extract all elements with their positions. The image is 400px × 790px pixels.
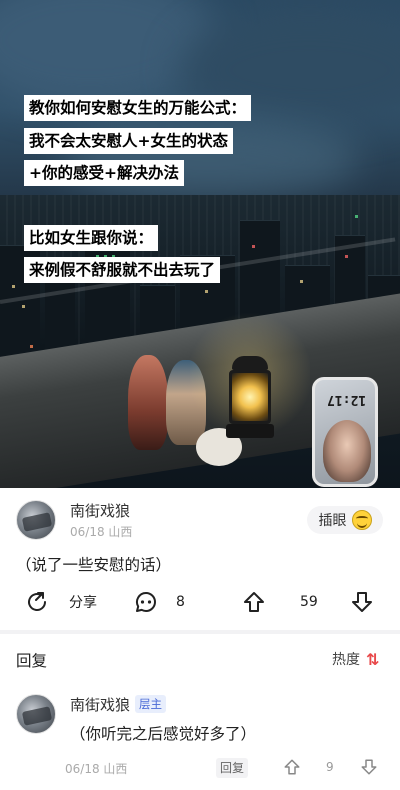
- post-date: 06/18: [70, 525, 105, 539]
- reply-button[interactable]: 回复: [216, 758, 249, 778]
- reply-avatar[interactable]: [16, 694, 56, 734]
- reply-upvote-button[interactable]: [283, 758, 301, 776]
- sort-toggle[interactable]: 热度 ⇅: [332, 649, 379, 669]
- phone: 12:17: [312, 377, 378, 487]
- share-label: 分享: [69, 595, 97, 611]
- reply-date: 06/18: [65, 762, 100, 776]
- upvote-arrow-icon: [244, 592, 264, 612]
- sort-arrows-icon: ⇅: [366, 649, 380, 669]
- caption-line-5: 来例假不舒服就不出去玩了: [24, 257, 221, 283]
- reply-meta: 06/18 山西: [65, 760, 127, 777]
- author-avatar[interactable]: [16, 500, 56, 540]
- upvote-count: 59: [300, 594, 318, 610]
- reply-text: （你听完之后感觉好多了）: [70, 725, 257, 743]
- author-name[interactable]: 南街戏狼: [70, 500, 130, 521]
- caption-line-4: 比如女生跟你说：: [24, 225, 159, 251]
- bookmark-label: 插眼: [318, 513, 347, 529]
- sort-label: 热度: [332, 652, 360, 668]
- lantern: [223, 350, 277, 444]
- figurine-left: [128, 355, 168, 450]
- reply-downvote-button[interactable]: [360, 758, 378, 776]
- downvote-arrow-icon: [352, 592, 372, 612]
- owner-badge: 层主: [135, 695, 166, 713]
- comment-button[interactable]: 8: [134, 590, 185, 614]
- bookmark-button[interactable]: 插眼: [307, 506, 383, 534]
- share-button[interactable]: 分享: [25, 590, 97, 614]
- replies-header: 回复 热度 ⇅: [0, 634, 400, 682]
- post-text: （说了一些安慰的话）: [16, 556, 172, 574]
- reply-upvote-count: 9: [326, 760, 334, 774]
- replies-title: 回复: [16, 652, 48, 670]
- reply-author[interactable]: 南街戏狼: [70, 694, 130, 715]
- caption-line-2: 我不会太安慰人+女生的状态: [24, 128, 233, 154]
- share-icon: [28, 592, 47, 611]
- smile-emoji-icon: [351, 510, 372, 530]
- upvote-button[interactable]: 59: [242, 590, 318, 614]
- downvote-button[interactable]: [350, 590, 374, 614]
- downvote-arrow-icon: [361, 759, 377, 775]
- reply-location: 山西: [103, 762, 128, 776]
- post-image[interactable]: 12:17 教你如何安慰女生的万能公式： 我不会太安慰人+女生的状态 +你的感受…: [0, 0, 400, 488]
- comment-icon: [136, 592, 156, 612]
- comment-count: 8: [176, 594, 185, 610]
- upvote-arrow-icon: [284, 759, 300, 775]
- post-location: 山西: [108, 525, 133, 539]
- post-meta: 06/18 山西: [70, 523, 132, 540]
- caption-line-1: 教你如何安慰女生的万能公式：: [24, 95, 252, 121]
- caption-line-3: +你的感受+解决办法: [24, 160, 184, 186]
